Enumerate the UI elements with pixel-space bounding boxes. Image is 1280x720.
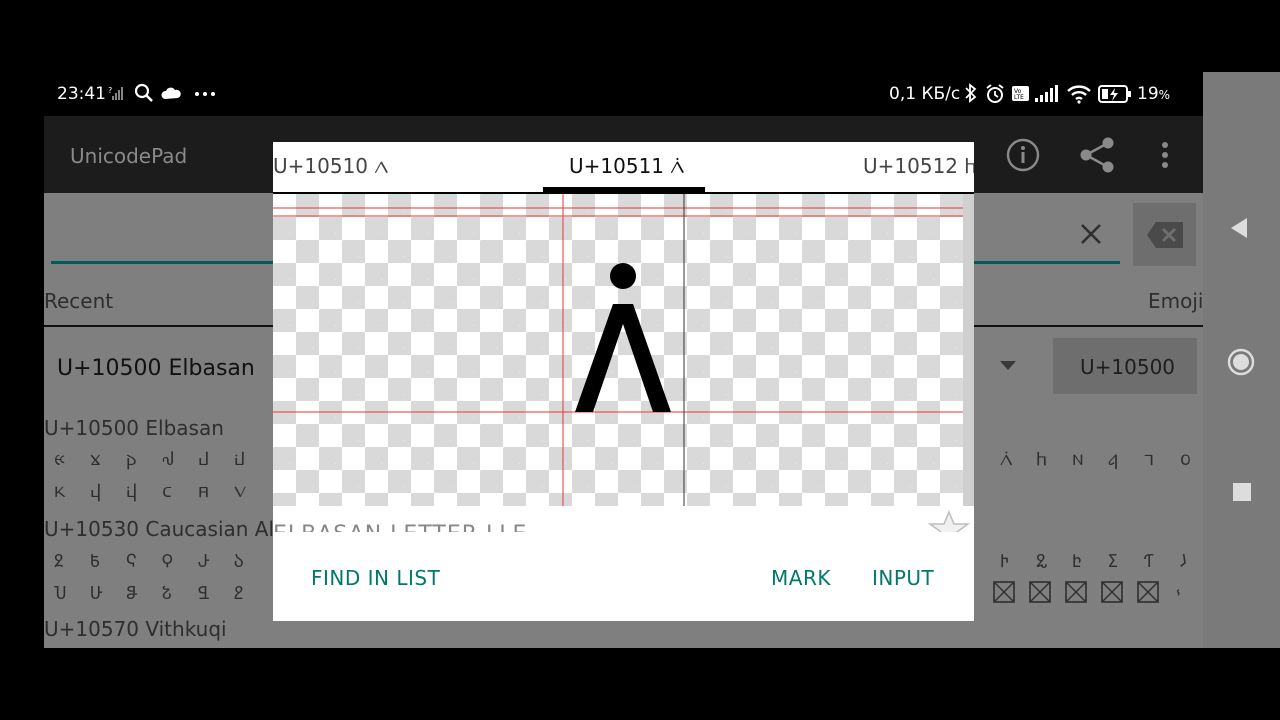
mark-button[interactable]: MARK [771, 566, 831, 590]
char-cell[interactable]: 𐔒 [1036, 449, 1047, 470]
status-bar: 23:41 ? 0,1 КБ/с Vo LTE 19% [44, 72, 1203, 116]
missing-glyph-icon[interactable] [1029, 581, 1051, 603]
char-cell[interactable]: 𐕯 [1176, 581, 1181, 604]
char-cell[interactable]: 𐔛 [162, 481, 172, 502]
tab-indicator [543, 187, 705, 192]
char-cell[interactable]: 𐕋 [162, 581, 171, 604]
char-cell[interactable]: 𐔳 [162, 549, 173, 572]
char-cell[interactable]: 𐔴 [198, 549, 209, 572]
char-cell[interactable]: 𐔲 [126, 549, 136, 572]
char-cell[interactable]: 𐔚 [126, 481, 137, 502]
char-cell[interactable]: 𐔰 [54, 549, 63, 572]
missing-glyph-icon[interactable] [1101, 581, 1123, 603]
character-name-strip: ELBASAN LETTER LLE [273, 506, 974, 532]
bluetooth-icon [965, 83, 977, 103]
char-cell[interactable]: 𐔁 [90, 449, 101, 470]
character-detail-dialog: U+10510 𐔐 U+10511 𐔑 U+10512 𐔒 ELBASAN LE… [273, 142, 974, 621]
nav-back-icon[interactable] [1229, 217, 1249, 239]
char-cell[interactable]: 𐔑 [1000, 449, 1013, 470]
character-tabs: U+10510 𐔐 U+10511 𐔑 U+10512 𐔒 [273, 142, 974, 194]
section-header-vithkuqi: U+10570 Vithkuqi [44, 617, 227, 641]
alarm-icon [986, 84, 1004, 103]
section-header-elbasan: U+10500 Elbasan [44, 416, 224, 440]
overflow-menu-icon[interactable] [1161, 141, 1169, 169]
char-cell[interactable]: 𐔱 [90, 549, 100, 572]
glyph-canvas [273, 194, 974, 506]
battery-level: 19% [1137, 84, 1171, 104]
favorite-star-icon[interactable] [927, 510, 971, 532]
more-dots-icon [195, 92, 215, 96]
tab-prev-character[interactable]: U+10510 𐔐 [273, 154, 388, 179]
char-cell[interactable]: 𐕌 [198, 581, 209, 604]
backspace-button[interactable] [1133, 203, 1196, 266]
info-icon[interactable] [1006, 138, 1040, 172]
nav-home-icon[interactable] [1227, 348, 1255, 376]
char-cell[interactable]: 𐕆 [1180, 549, 1186, 572]
cloud-icon [161, 87, 181, 99]
char-cell[interactable]: 𐕃 [1072, 549, 1081, 572]
share-icon[interactable] [1079, 136, 1117, 174]
char-cell[interactable]: 𐔃 [162, 449, 174, 470]
glyph-shape [575, 304, 671, 412]
missing-glyph-icon[interactable] [1065, 581, 1087, 603]
tab-next-character[interactable]: U+10512 𐔒 [863, 154, 974, 179]
char-cell[interactable]: 𐔄 [198, 449, 209, 470]
codepoint-button[interactable]: U+10500 [1053, 338, 1197, 394]
char-cell[interactable]: 𐔵 [234, 549, 243, 572]
glyph-dot [610, 263, 636, 289]
char-cell[interactable]: 𐔙 [90, 481, 101, 502]
char-cell[interactable]: 𐔕 [1144, 449, 1154, 470]
char-cell[interactable]: 𐕈 [54, 581, 66, 604]
char-cell[interactable]: 𐕍 [234, 581, 243, 604]
section-header-caucasian: U+10530 Caucasian Alb [44, 517, 287, 541]
volte-icon: Vo LTE [1012, 86, 1029, 101]
signal-icon [1035, 85, 1058, 102]
char-cell[interactable]: 𐔂 [126, 449, 137, 470]
char-cell[interactable]: 𐕅 [1144, 549, 1154, 572]
char-cell[interactable]: 𐔜 [198, 481, 209, 502]
input-button[interactable]: INPUT [872, 566, 934, 590]
clear-icon[interactable] [1080, 223, 1102, 245]
missing-glyph-icon[interactable] [1137, 581, 1159, 603]
char-cell[interactable]: 𐕁 [1000, 549, 1008, 572]
tab-current-character[interactable]: U+10511 𐔑 [569, 154, 684, 179]
char-cell[interactable]: 𐔔 [1108, 449, 1118, 470]
character-name: ELBASAN LETTER LLE [273, 522, 527, 532]
char-cell[interactable]: 𐕂 [1036, 549, 1047, 572]
char-cell[interactable]: 𐕊 [126, 581, 137, 604]
tab-emoji[interactable]: Emoji [1148, 289, 1203, 313]
char-cell[interactable]: 𐔀 [54, 449, 65, 470]
svg-text:LTE: LTE [1014, 94, 1024, 101]
char-cell[interactable]: 𐔓 [1072, 449, 1084, 470]
search-icon [134, 83, 153, 102]
svg-text:?: ? [108, 86, 112, 95]
network-speed: 0,1 КБ/с [889, 84, 961, 104]
glyph-preview [273, 194, 974, 506]
signal-unknown-icon: ? [108, 86, 123, 100]
block-selector[interactable]: U+10500 Elbasan [57, 356, 255, 381]
missing-glyph-icon[interactable] [993, 581, 1015, 603]
char-cell[interactable]: 𐔖 [1180, 449, 1191, 470]
status-time: 23:41 [57, 84, 106, 104]
char-cell[interactable]: 𐔘 [54, 481, 65, 502]
char-cell[interactable]: 𐔝 [234, 481, 246, 502]
char-cell[interactable]: 𐔅 [234, 449, 245, 470]
find-in-list-button[interactable]: FIND IN LIST [311, 566, 440, 590]
tab-recent[interactable]: Recent [44, 289, 113, 313]
char-cell[interactable]: 𐕉 [90, 581, 102, 604]
wifi-icon [1067, 85, 1091, 104]
char-cell[interactable]: 𐕄 [1108, 549, 1117, 572]
app-title: UnicodePad [70, 144, 188, 168]
dropdown-arrow-icon[interactable] [1000, 361, 1016, 371]
navigation-bar [1203, 72, 1280, 648]
battery-icon [1098, 85, 1131, 103]
backspace-icon [1147, 222, 1183, 248]
nav-recents-icon[interactable] [1233, 483, 1251, 501]
